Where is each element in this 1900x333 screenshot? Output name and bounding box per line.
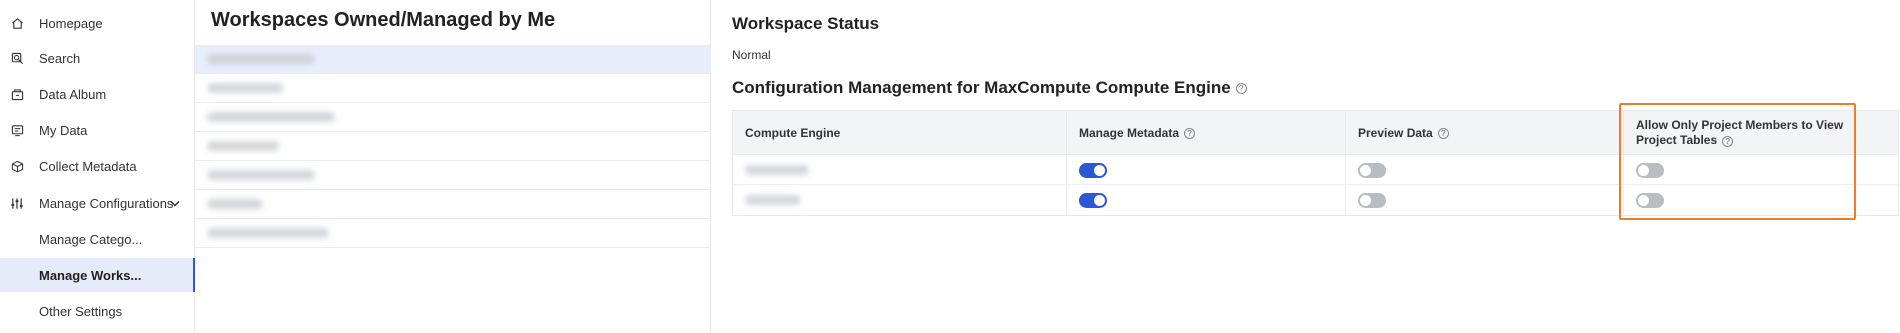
sidebar-item-other-settings[interactable]: Other Settings: [0, 294, 195, 328]
toggle-knob: [1360, 164, 1371, 176]
sidebar-item-my-data[interactable]: My Data: [0, 113, 195, 147]
toggle-knob: [1094, 164, 1105, 176]
list-title: Workspaces Owned/Managed by Me: [211, 9, 556, 31]
help-icon[interactable]: ?: [1722, 136, 1734, 147]
column-header-label: Compute Engine: [745, 126, 841, 140]
list-item[interactable]: [195, 161, 711, 190]
sidebar-item-manage-workspaces[interactable]: Manage Works...: [0, 258, 195, 292]
compute-engine-cell: [733, 185, 1067, 215]
column-header-preview-data: Preview Data ?: [1346, 111, 1624, 155]
members-only-toggle[interactable]: [1636, 162, 1664, 178]
workspace-detail-panel: Workspace Status Normal Configuration Ma…: [711, 0, 1900, 333]
my-data-icon: [9, 122, 25, 138]
home-icon: [9, 15, 25, 31]
redacted-text: [207, 228, 329, 238]
sidebar-item-manage-categories[interactable]: Manage Catego...: [0, 222, 195, 256]
help-icon[interactable]: ?: [1235, 82, 1247, 94]
list-item[interactable]: [195, 74, 711, 103]
sidebar-item-search[interactable]: Search: [0, 41, 195, 75]
redacted-text: [745, 195, 801, 205]
manage-metadata-toggle[interactable]: [1079, 162, 1107, 178]
redacted-text: [207, 170, 315, 180]
compute-engine-table: Compute Engine Manage Metadata ? Preview…: [732, 110, 1899, 216]
search-icon: [9, 50, 25, 66]
help-icon[interactable]: ?: [1184, 127, 1196, 139]
table-row: [733, 155, 1898, 185]
sidebar-item-homepage[interactable]: Homepage: [0, 6, 195, 40]
manage-metadata-cell: [1067, 185, 1346, 215]
sidebar-item-label: Manage Catego...: [39, 231, 143, 247]
cube-icon: [9, 158, 25, 174]
toggle-knob: [1638, 194, 1649, 206]
members-only-cell: [1624, 155, 1898, 185]
redacted-text: [745, 165, 809, 175]
preview-data-toggle[interactable]: [1358, 192, 1386, 208]
list-item[interactable]: [195, 103, 711, 132]
redacted-text: [207, 199, 263, 209]
toggle-knob: [1360, 194, 1371, 206]
members-only-cell: [1624, 185, 1898, 215]
sliders-icon: [9, 195, 25, 211]
list-item[interactable]: [195, 219, 711, 248]
sidebar-item-collect-metadata[interactable]: Collect Metadata: [0, 149, 195, 183]
column-header-label: Preview Data: [1358, 126, 1433, 140]
column-header-label: Allow Only Project Members to View Proje…: [1636, 118, 1844, 147]
preview-data-toggle[interactable]: [1358, 162, 1386, 178]
album-icon: [9, 86, 25, 102]
list-item[interactable]: [195, 190, 711, 219]
column-header-manage-metadata: Manage Metadata ?: [1067, 111, 1346, 155]
members-only-toggle[interactable]: [1636, 192, 1664, 208]
toggle-knob: [1094, 194, 1105, 206]
manage-metadata-toggle[interactable]: [1079, 192, 1107, 208]
sidebar-item-manage-configurations[interactable]: Manage Configurations: [0, 186, 195, 220]
compute-engine-cell: [733, 155, 1067, 185]
sidebar-item-label: Homepage: [39, 15, 103, 31]
sidebar-item-label: Data Album: [39, 86, 107, 102]
redacted-text: [207, 54, 315, 64]
sidebar-item-data-album[interactable]: Data Album: [0, 77, 195, 111]
sidebar: Homepage Search Data Album My Data Colle…: [0, 0, 195, 333]
redacted-text: [207, 112, 335, 122]
preview-data-cell: [1346, 185, 1624, 215]
sidebar-item-label: Search: [39, 50, 81, 66]
sidebar-item-label: Collect Metadata: [39, 158, 137, 174]
column-header-members-only: Allow Only Project Members to View Proje…: [1624, 111, 1898, 155]
table-header: Compute Engine Manage Metadata ? Preview…: [733, 111, 1898, 155]
table-row: [733, 185, 1898, 215]
column-header-label: Manage Metadata: [1079, 126, 1180, 140]
manage-metadata-cell: [1067, 155, 1346, 185]
list-item[interactable]: [195, 45, 711, 74]
sidebar-item-label: Other Settings: [39, 303, 123, 319]
redacted-text: [207, 83, 283, 93]
workspace-list-panel: Workspaces Owned/Managed by Me: [195, 0, 711, 333]
toggle-knob: [1638, 164, 1649, 176]
redacted-text: [207, 141, 279, 151]
list-item[interactable]: [195, 132, 711, 161]
sidebar-item-label: Manage Configurations: [39, 195, 174, 211]
preview-data-cell: [1346, 155, 1624, 185]
help-icon[interactable]: ?: [1437, 127, 1449, 139]
sidebar-item-label: My Data: [39, 122, 88, 138]
workspace-status-value: Normal: [732, 48, 771, 62]
sidebar-item-label: Manage Works...: [39, 267, 142, 283]
column-header-members-only-label: Allow Only Project Members to View Proje…: [1636, 118, 1866, 148]
column-header-compute-engine: Compute Engine: [733, 111, 1067, 155]
config-heading-text: Configuration Management for MaxCompute …: [732, 78, 1231, 97]
chevron-down-icon[interactable]: [170, 196, 180, 210]
workspace-status-heading: Workspace Status: [732, 14, 880, 33]
config-heading: Configuration Management for MaxCompute …: [732, 78, 1247, 98]
